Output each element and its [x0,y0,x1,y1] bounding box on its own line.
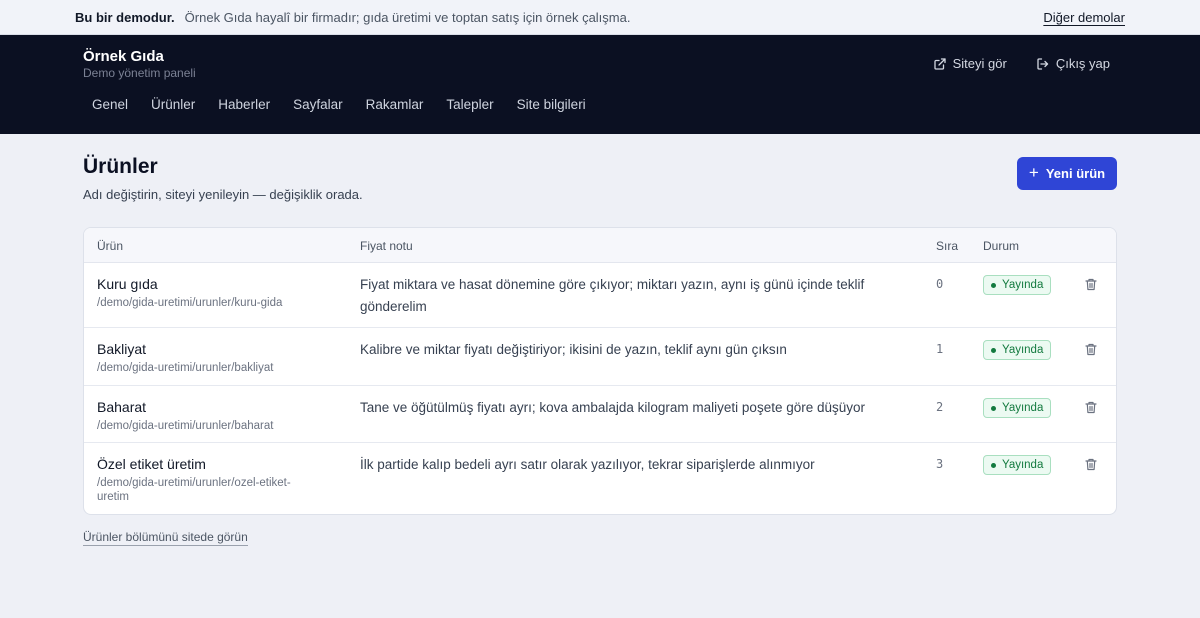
new-product-button[interactable]: + Yeni ürün [1017,157,1117,190]
column-header-price-note: Fiyat notu [360,239,413,253]
status-label: Yayında [1002,344,1044,356]
status-dot-icon [991,347,996,353]
nav-item-haberler[interactable]: Haberler [209,97,281,112]
admin-header: Örnek Gıda Demo yönetim paneli Siteyi gö… [0,35,1200,134]
product-path: /demo/gida-uretimi/urunler/baharat [97,420,274,432]
status-badge[interactable]: Yayında [983,455,1052,475]
page-title: Ürünler [83,155,158,178]
status-dot-icon [991,282,996,288]
order-value: 2 [936,400,944,414]
nav-item-genel[interactable]: Genel [83,97,139,112]
product-name[interactable]: Özel etiket üretim [97,456,206,472]
product-name[interactable]: Bakliyat [97,341,146,357]
table-row[interactable]: Bakliyat /demo/gida-uretimi/urunler/bakl… [84,328,1116,386]
status-label: Yayında [1002,402,1044,414]
logout-icon [1037,57,1048,70]
products-table: Ürün Fiyat notu Sıra Durum Kuru gıda /de… [83,227,1117,515]
delete-icon[interactable] [1085,278,1097,291]
price-note: İlk partide kalıp bedeli ayrı satır olar… [360,457,815,472]
order-value: 3 [936,457,944,471]
status-label: Yayında [1002,459,1044,471]
header-actions: Siteyi gör Çıkış yap [933,56,1110,71]
external-link-icon [933,57,946,70]
status-dot-icon [991,405,996,411]
column-header-status: Durum [983,239,1020,253]
delete-icon[interactable] [1085,401,1097,414]
plus-icon: + [1028,163,1039,182]
product-path: /demo/gida-uretimi/urunler/kuru-gida [97,297,283,309]
page-subtitle: Adı değiştirin, siteyi yenileyin — değiş… [83,187,363,202]
column-header-product: Ürün [97,239,124,253]
delete-icon[interactable] [1085,458,1097,471]
nav-item-urunler[interactable]: Ürünler [142,97,206,112]
brand-subtitle: Demo yönetim paneli [83,66,196,80]
demo-banner: Bu bir demodur. Örnek Gıda hayalî bir fi… [0,0,1200,35]
status-badge[interactable]: Yayında [983,340,1052,360]
view-site-label: Siteyi gör [952,56,1007,71]
column-header-order: Sıra [936,239,959,253]
price-note: Fiyat miktara ve hasat dönemine göre çık… [360,277,865,314]
status-label: Yayında [1002,279,1044,291]
order-value: 1 [936,342,944,356]
demo-banner-description: Örnek Gıda hayalî bir firmadır; gıda üre… [184,9,631,25]
other-demos-link[interactable]: Diğer demolar [1043,10,1125,25]
table-header: Ürün Fiyat notu Sıra Durum [84,228,1116,263]
status-dot-icon [991,462,996,468]
product-name[interactable]: Baharat [97,399,146,415]
table-row[interactable]: Baharat /demo/gida-uretimi/urunler/bahar… [84,386,1116,443]
product-path: /demo/gida-uretimi/urunler/bakliyat [97,362,274,374]
logout-link[interactable]: Çıkış yap [1037,56,1110,71]
new-product-label: Yeni ürün [1045,166,1106,181]
main-nav: Genel Ürünler Haberler Sayfalar Rakamlar… [83,97,600,112]
order-value: 0 [936,277,944,291]
status-badge[interactable]: Yayında [983,398,1052,418]
product-path: /demo/gida-uretimi/urunler/ozel-etiket-u… [97,477,291,503]
price-note: Kalibre ve miktar fiyatı değiştiriyor; i… [360,342,787,357]
brand-name[interactable]: Örnek Gıda [83,48,164,65]
status-badge[interactable]: Yayında [983,275,1052,295]
nav-item-sayfalar[interactable]: Sayfalar [284,97,354,112]
logout-label: Çıkış yap [1055,56,1110,71]
table-row[interactable]: Kuru gıda /demo/gida-uretimi/urunler/kur… [84,263,1116,328]
view-section-on-site-link[interactable]: Ürünler bölümünü sitede görün [83,530,248,546]
delete-icon[interactable] [1085,343,1097,356]
view-site-link[interactable]: Siteyi gör [933,56,1007,71]
table-row[interactable]: Özel etiket üretim /demo/gida-uretimi/ur… [84,443,1116,514]
price-note: Tane ve öğütülmüş fiyatı ayrı; kova amba… [360,400,866,415]
product-name[interactable]: Kuru gıda [97,276,158,292]
demo-banner-title: Bu bir demodur. [75,9,175,25]
nav-item-talepler[interactable]: Talepler [437,97,504,112]
nav-item-rakamlar[interactable]: Rakamlar [357,97,435,112]
nav-item-site-bilgileri[interactable]: Site bilgileri [508,97,597,112]
